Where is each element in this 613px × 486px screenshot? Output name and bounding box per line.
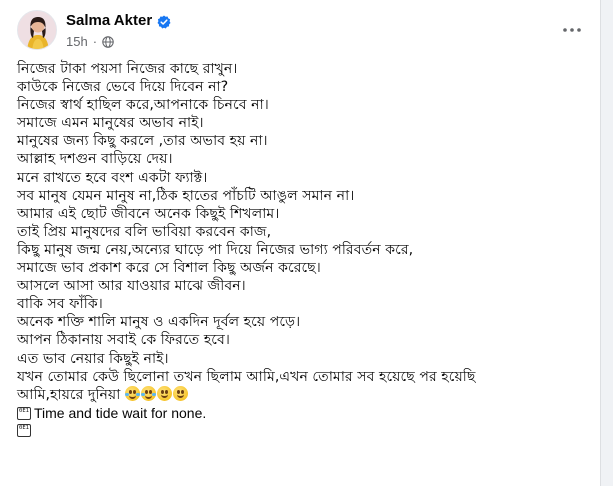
post-body: নিজের টাকা পয়সা নিজের কাছে রাখুন। কাউকে… <box>17 60 590 440</box>
more-options-icon[interactable] <box>558 16 586 44</box>
emoji-group <box>124 385 189 404</box>
post-header: Salma Akter 15h · <box>17 10 600 56</box>
post-line-text: আমি,হায়রে দুনিয়া <box>17 386 121 403</box>
post-line-with-emojis: আমি,হায়রে দুনিয়া <box>17 385 590 404</box>
globe-icon[interactable] <box>102 35 114 48</box>
avatar-photo <box>18 11 56 49</box>
author-name[interactable]: Salma Akter <box>66 12 152 29</box>
post-line: অনেক শক্তি শালি মানুষ ও একদিন দূর্বল হয়… <box>17 314 301 331</box>
english-line-text: Time and tide wait for none. <box>34 404 207 421</box>
unicode-tag-icon: 0E1 <box>17 406 31 420</box>
post-line: কাউকে নিজের ভেবে দিয়ে দিবেন না? <box>17 79 229 96</box>
post-line: মানুষের জন্য কিছু করলে ,তার অভাব হয় না। <box>17 133 268 150</box>
post-line: বাকি সব ফাঁকি। <box>17 296 103 313</box>
post-line: নিজের টাকা পয়সা নিজের কাছে রাখুন। <box>17 61 238 77</box>
post-timestamp[interactable]: 15h <box>66 34 88 49</box>
meta-separator: · <box>92 34 98 49</box>
smiling-face-emoji <box>173 385 189 401</box>
trailing-tag-line: 0E1 <box>17 422 590 440</box>
verified-badge-icon <box>157 14 171 28</box>
smiling-face-emoji <box>157 385 173 401</box>
post-line: সমাজে এমন মানুষের অভাব নাই। <box>17 115 204 132</box>
post-line: কিছু মানুষ জন্ম নেয়,অন্যের ঘাড়ে পা দিয… <box>17 241 414 258</box>
tears-of-joy-emoji <box>141 385 157 401</box>
post-line: আল্লাহ দশগুন বাড়িয়ে দেয়। <box>17 151 173 168</box>
post-line: যখন তোমার কেউ ছিলোনা তখন ছিলাম আমি,এখন ত… <box>17 368 476 385</box>
post-line: তাই প্রিয় মানুষদের বলি ভাবিয়া করবেন কা… <box>17 223 272 240</box>
author-avatar[interactable] <box>17 10 57 50</box>
tears-of-joy-emoji <box>125 385 141 401</box>
post-line: নিজের স্বার্থ হাছিল করে,আপনাকে চিনবে না। <box>17 97 269 114</box>
post-line: সমাজে ভাব প্রকাশ করে সে বিশাল কিছু অর্জন… <box>17 260 321 277</box>
post-line: মনে রাখতে হবে বংশ একটা ফ্যাক্ট। <box>17 169 208 186</box>
post-line: আপন ঠিকানায় সবাই কে ফিরতে হবে। <box>17 332 230 349</box>
english-line: 0E1 Time and tide wait for none. <box>17 404 590 422</box>
post-line: সব মানুষ যেমন মানুষ না,ঠিক হাতের পাঁচটি … <box>17 187 355 204</box>
post-meta: 15h · <box>66 34 114 49</box>
post-line: আমার এই ছোট জীবনে অনেক কিছুই শিখলাম। <box>17 205 280 222</box>
unicode-tag-icon: 0E1 <box>17 423 31 437</box>
post-card: Salma Akter 15h · নিজের টাকা পয়সা নিজের… <box>0 0 601 486</box>
post-line: এত ভাব নেয়ার কিছুই নাই। <box>17 350 169 367</box>
author-row: Salma Akter <box>66 12 171 29</box>
post-line: আসলে আসা আর যাওয়ার মাঝে জীবন। <box>17 278 246 295</box>
